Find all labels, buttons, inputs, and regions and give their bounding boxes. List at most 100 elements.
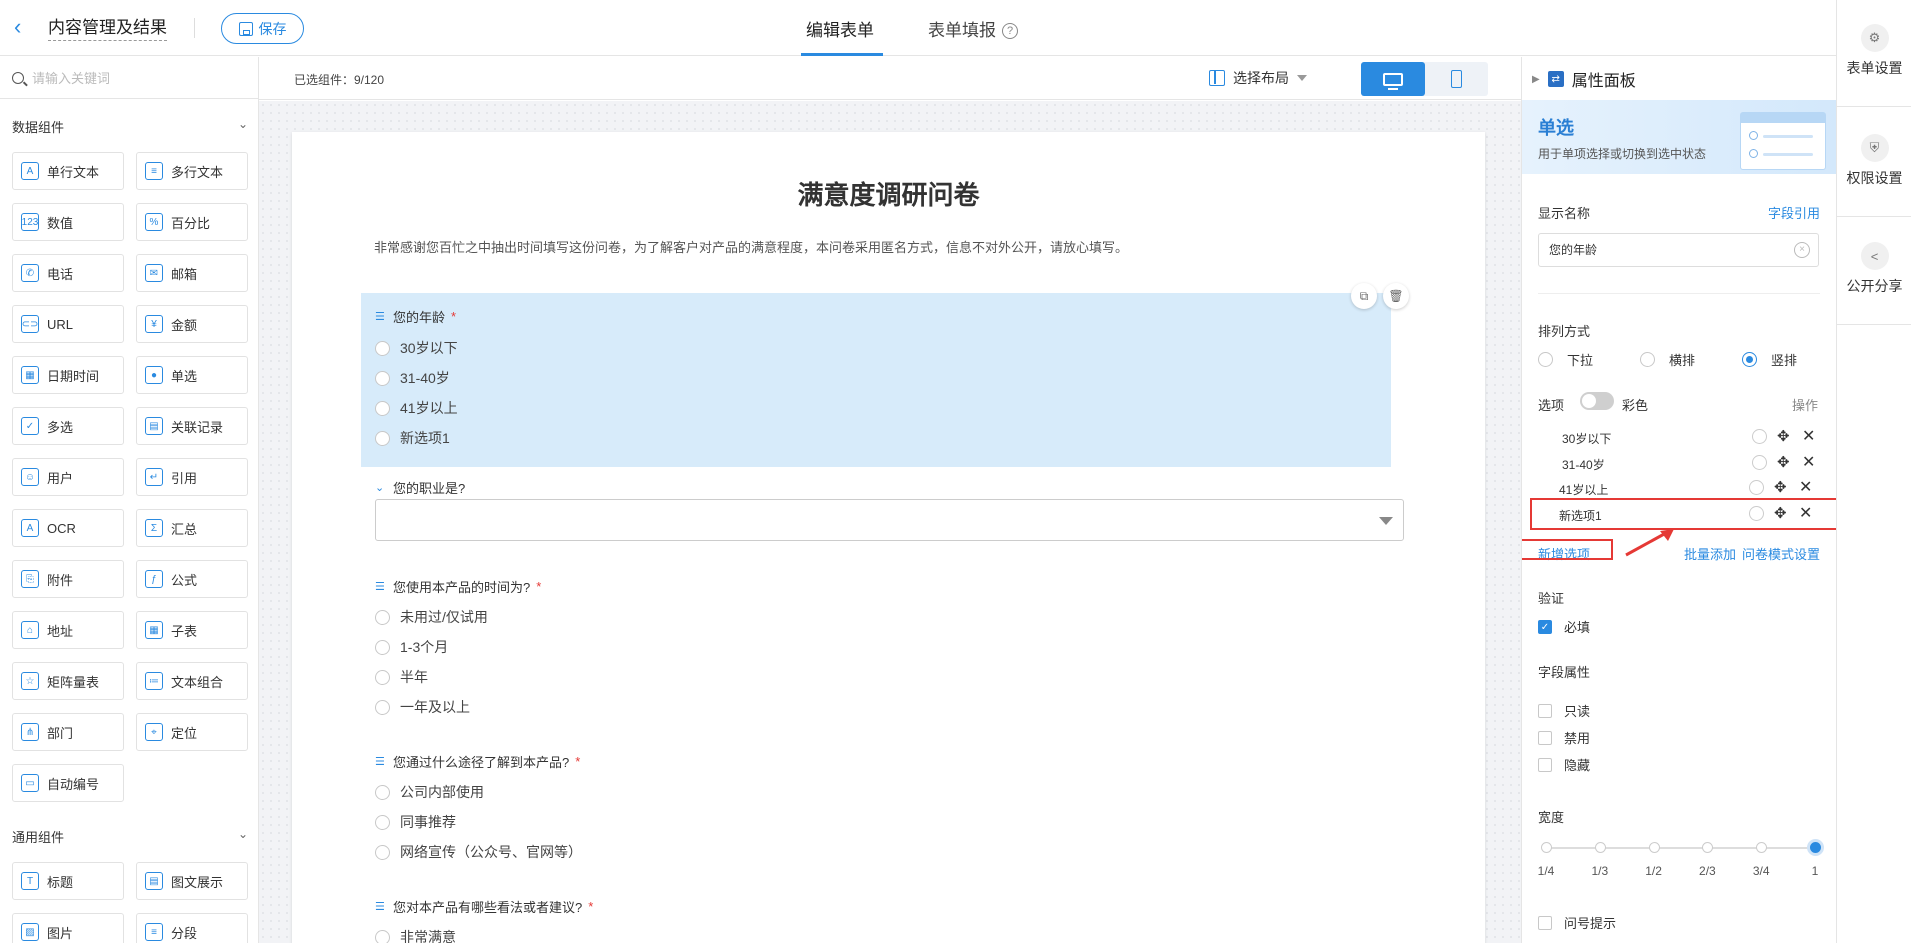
batch-add-link[interactable]: 批量添加 <box>1684 544 1736 563</box>
radio-button[interactable] <box>375 340 390 356</box>
rail-public-share[interactable]: < 公开分享 <box>1837 242 1911 296</box>
radio-option[interactable]: 非常满意 <box>375 927 456 943</box>
slider-stop[interactable] <box>1541 842 1552 853</box>
component-item[interactable]: ● 单选 <box>136 356 248 394</box>
radio-button[interactable] <box>375 669 390 685</box>
move-icon[interactable]: ✥ <box>1774 478 1787 496</box>
trash-icon[interactable]: 🗑 <box>1383 283 1409 309</box>
question-source[interactable]: ☰ 您通过什么途径了解到本产品? * 公司内部使用 同事推荐 网络宣传（公众号、官… <box>361 752 1391 862</box>
component-item[interactable]: ✆ 电话 <box>12 254 124 292</box>
section-data-components[interactable]: 数据组件 ⌄ <box>12 117 248 136</box>
radio-button[interactable] <box>375 784 390 800</box>
checkbox[interactable] <box>1538 757 1552 772</box>
radio-option[interactable]: 未用过/仅试用 <box>375 607 488 627</box>
component-item[interactable]: ≡ 多行文本 <box>136 152 248 190</box>
radio-button[interactable] <box>1538 352 1553 367</box>
slider-stop[interactable] <box>1648 842 1660 853</box>
checkbox[interactable] <box>1538 730 1552 745</box>
arrange-option-vertical[interactable]: 竖排 <box>1742 350 1797 369</box>
component-item[interactable]: ƒ 公式 <box>136 560 248 598</box>
close-icon[interactable]: ✕ <box>1802 426 1815 446</box>
component-item[interactable]: ▭ 自动编号 <box>12 764 124 802</box>
desktop-view-button[interactable] <box>1361 62 1425 96</box>
radio-option[interactable]: 同事推荐 <box>375 812 456 832</box>
layout-select[interactable]: 选择布局 <box>1209 68 1307 88</box>
help-icon[interactable]: ? <box>1002 23 1018 39</box>
radio-option[interactable]: 半年 <box>375 667 428 687</box>
component-item[interactable]: 123 数值 <box>12 203 124 241</box>
component-item[interactable]: ✉ 邮箱 <box>136 254 248 292</box>
option-label[interactable]: 41岁以上 <box>1559 481 1608 498</box>
hidden-checkbox[interactable]: 隐藏 <box>1538 755 1590 774</box>
tab-edit-form[interactable]: 编辑表单 <box>806 16 874 41</box>
radio-option[interactable]: 新选项1 <box>375 428 450 448</box>
component-item[interactable]: ▦ 日期时间 <box>12 356 124 394</box>
default-radio[interactable] <box>1752 429 1767 444</box>
search-placeholder[interactable]: 请输入关键词 <box>32 68 110 87</box>
component-item[interactable]: ⋔ 部门 <box>12 713 124 751</box>
occupation-select[interactable] <box>375 499 1404 541</box>
component-item[interactable]: ✓ 多选 <box>12 407 124 445</box>
radio-option[interactable]: 公司内部使用 <box>375 782 484 802</box>
component-item[interactable]: ⎘ 附件 <box>12 560 124 598</box>
form-description[interactable]: 非常感谢您百忙之中抽出时间填写这份问卷，为了解客户对产品的满意程度，本问卷采用匿… <box>374 237 1128 256</box>
slider-stop[interactable] <box>1594 842 1606 853</box>
checkbox[interactable] <box>1538 915 1552 930</box>
arrange-option-dropdown[interactable]: 下拉 <box>1538 350 1593 369</box>
option-row[interactable]: 30岁以下 ✥ ✕ <box>1562 427 1822 447</box>
rail-form-settings[interactable]: ⚙ 表单设置 <box>1837 24 1911 78</box>
question-usage-time[interactable]: ☰ 您使用本产品的时间为? * 未用过/仅试用 1-3个月 半年 一年及以上 <box>361 577 1391 717</box>
question-occupation[interactable]: ⌄ 您的职业是? <box>361 478 1404 558</box>
radio-button[interactable] <box>375 929 390 943</box>
component-item[interactable]: ¥ 金额 <box>136 305 248 343</box>
component-item[interactable]: A 单行文本 <box>12 152 124 190</box>
component-item[interactable]: ☺ 用户 <box>12 458 124 496</box>
component-item[interactable]: T 标题 <box>12 862 124 900</box>
move-icon[interactable]: ✥ <box>1777 427 1790 445</box>
component-item[interactable]: ▨ 图片 <box>12 913 124 943</box>
default-radio[interactable] <box>1749 480 1764 495</box>
radio-option[interactable]: 30岁以下 <box>375 338 458 358</box>
component-item[interactable]: Σ 汇总 <box>136 509 248 547</box>
property-panel-header[interactable]: ▶ ⇄ 属性面板 <box>1532 67 1636 91</box>
chevron-down-icon[interactable]: ⌄ <box>238 827 248 841</box>
option-label[interactable]: 30岁以下 <box>1562 430 1611 447</box>
tab-form-fill[interactable]: 表单填报? <box>928 16 1018 41</box>
radio-button[interactable] <box>375 639 390 655</box>
checkbox-checked[interactable]: ✓ <box>1538 619 1552 634</box>
component-item[interactable]: ↵ 引用 <box>136 458 248 496</box>
question-feedback[interactable]: ☰ 您对本产品有哪些看法或者建议? * 非常满意 <box>361 897 1391 943</box>
display-name-input[interactable]: 您的年龄 × <box>1538 233 1819 267</box>
radio-button-selected[interactable] <box>1742 352 1757 367</box>
quiz-mode-settings-link[interactable]: 问卷模式设置 <box>1742 544 1820 563</box>
radio-button[interactable] <box>375 844 390 860</box>
component-item[interactable]: ☆ 矩阵量表 <box>12 662 124 700</box>
mobile-view-button[interactable] <box>1425 62 1488 96</box>
radio-button[interactable] <box>375 370 390 386</box>
radio-option[interactable]: 31-40岁 <box>375 368 450 388</box>
app-title[interactable]: 内容管理及结果 <box>48 13 167 41</box>
rail-permission-settings[interactable]: ⛨ 权限设置 <box>1837 134 1911 188</box>
component-item[interactable]: A OCR <box>12 509 124 547</box>
component-item[interactable]: ≔ 文本组合 <box>136 662 248 700</box>
question-hint-checkbox[interactable]: 问号提示 <box>1538 913 1616 932</box>
radio-button[interactable] <box>1640 352 1655 367</box>
disabled-checkbox[interactable]: 禁用 <box>1538 728 1590 747</box>
save-button[interactable]: 保存 <box>221 13 304 44</box>
option-label[interactable]: 31-40岁 <box>1562 456 1605 473</box>
radio-option[interactable]: 一年及以上 <box>375 697 470 717</box>
close-icon[interactable]: ✕ <box>1799 477 1812 497</box>
component-item[interactable]: ⊂⊃ URL <box>12 305 124 343</box>
clear-icon[interactable]: × <box>1794 242 1810 258</box>
radio-button[interactable] <box>375 609 390 625</box>
component-item[interactable]: % 百分比 <box>136 203 248 241</box>
radio-option[interactable]: 1-3个月 <box>375 637 448 657</box>
slider-stop[interactable] <box>1756 842 1768 853</box>
component-item[interactable]: ▦ 子表 <box>136 611 248 649</box>
chevron-down-icon[interactable]: ⌄ <box>238 117 248 131</box>
component-item[interactable]: ⌂ 地址 <box>12 611 124 649</box>
radio-option[interactable]: 41岁以上 <box>375 398 458 418</box>
section-common-components[interactable]: 通用组件 ⌄ <box>12 827 248 846</box>
default-radio[interactable] <box>1752 455 1767 470</box>
back-arrow-icon[interactable]: ‹ <box>14 16 34 38</box>
